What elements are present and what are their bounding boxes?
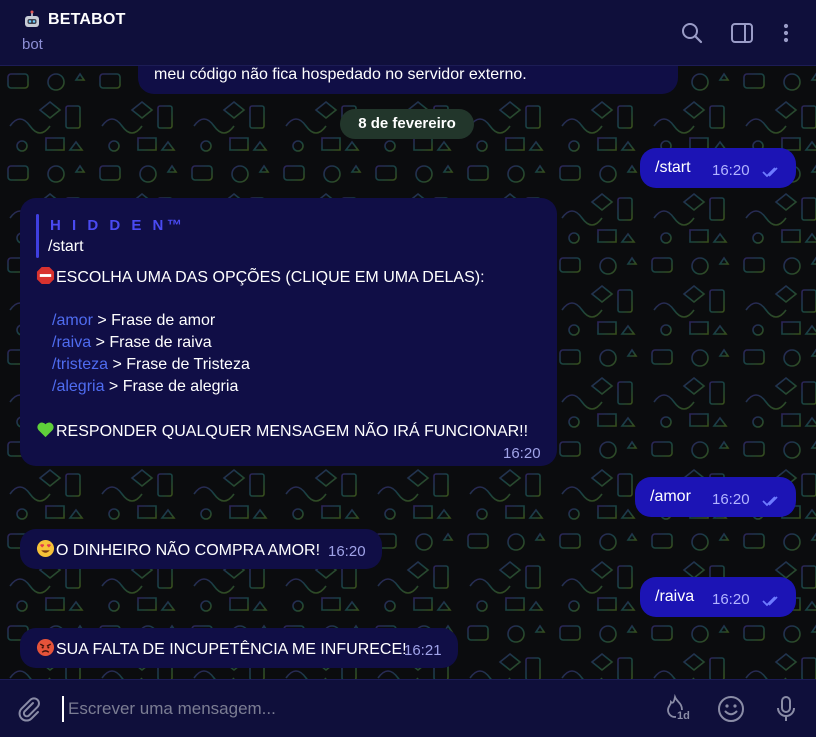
message-text: SUA FALTA DE INCUPETÊNCIA ME INFURECE! bbox=[56, 641, 407, 658]
self-destruct-timer-icon[interactable]: 1d bbox=[661, 693, 691, 724]
message-input[interactable] bbox=[62, 696, 622, 722]
menu-option: /raiva > Frase de raiva bbox=[52, 332, 212, 354]
message-text: /start bbox=[655, 159, 691, 176]
message-composer: 1d bbox=[0, 679, 816, 737]
menu-option-label: > Frase de alegria bbox=[104, 378, 239, 395]
menu-header-line: ESCOLHA UMA DAS OPÇÕES (CLIQUE EM UMA DE… bbox=[36, 266, 485, 289]
chat-subtitle: bot bbox=[22, 36, 43, 53]
message-list[interactable]: meu código não fica hospedado no servido… bbox=[0, 66, 816, 679]
menu-option: /amor > Frase de amor bbox=[52, 310, 215, 332]
message-bubble-incoming[interactable]: H I D D E N™ /start ESCOLHA UMA DAS OPÇÕ… bbox=[20, 198, 557, 466]
timer-badge: 1d bbox=[676, 710, 691, 722]
sidebar-toggle-icon[interactable] bbox=[729, 20, 755, 46]
command-link-amor[interactable]: /amor bbox=[52, 312, 93, 329]
message-time: 16:20 bbox=[712, 591, 750, 608]
message-time: 16:20 bbox=[503, 445, 541, 462]
emoji-icon[interactable] bbox=[716, 694, 746, 724]
message-text-row: SUA FALTA DE INCUPETÊNCIA ME INFURECE! bbox=[36, 638, 407, 661]
green-heart-icon bbox=[36, 420, 55, 439]
message-text: /raiva bbox=[655, 588, 695, 605]
message-time: 16:20 bbox=[328, 543, 366, 560]
message-text-row: O DINHEIRO NÃO COMPRA AMOR! bbox=[36, 539, 320, 562]
menu-option: /tristeza > Frase de Tristeza bbox=[52, 354, 250, 376]
robot-icon bbox=[22, 10, 42, 30]
message-bubble-outgoing[interactable]: /start 16:20 bbox=[640, 148, 796, 188]
stop-sign-icon bbox=[36, 266, 55, 285]
message-bubble-incoming[interactable]: meu código não fica hospedado no servido… bbox=[138, 66, 678, 94]
attach-icon[interactable] bbox=[14, 694, 44, 724]
reply-text: /start bbox=[48, 238, 84, 255]
angry-face-icon bbox=[36, 638, 55, 657]
reply-quote-bar bbox=[36, 214, 39, 258]
command-link-tristeza[interactable]: /tristeza bbox=[52, 356, 108, 373]
chat-title: BETABOT bbox=[48, 11, 126, 28]
menu-option: /alegria > Frase de alegria bbox=[52, 376, 238, 398]
message-bubble-outgoing[interactable]: /amor 16:20 bbox=[635, 477, 796, 517]
reply-author[interactable]: H I D D E N™ bbox=[50, 215, 185, 237]
message-time: 16:20 bbox=[712, 162, 750, 179]
menu-header-text: ESCOLHA UMA DAS OPÇÕES (CLIQUE EM UMA DE… bbox=[56, 269, 485, 286]
menu-option-label: > Frase de amor bbox=[92, 312, 216, 329]
message-time: 16:20 bbox=[712, 491, 750, 508]
message-bubble-incoming[interactable]: SUA FALTA DE INCUPETÊNCIA ME INFURECE! 1… bbox=[20, 628, 458, 668]
message-text: /amor bbox=[650, 488, 691, 505]
double-check-icon bbox=[762, 496, 778, 507]
command-link-alegria[interactable]: /alegria bbox=[52, 378, 104, 395]
message-text: O DINHEIRO NÃO COMPRA AMOR! bbox=[56, 542, 321, 559]
message-bubble-incoming[interactable]: O DINHEIRO NÃO COMPRA AMOR! 16:20 bbox=[20, 529, 382, 569]
message-text: meu código não fica hospedado no servido… bbox=[154, 66, 527, 83]
menu-option-label: > Frase de Tristeza bbox=[108, 356, 250, 373]
chat-header: BETABOT bot bbox=[0, 0, 816, 66]
menu-footer-text: RESPONDER QUALQUER MENSAGEM NÃO IRÁ FUNC… bbox=[56, 423, 529, 440]
double-check-icon bbox=[762, 167, 778, 178]
command-link-raiva[interactable]: /raiva bbox=[52, 334, 91, 351]
message-bubble-outgoing[interactable]: /raiva 16:20 bbox=[640, 577, 796, 617]
chat-title-row[interactable]: BETABOT bbox=[22, 10, 126, 30]
microphone-icon[interactable] bbox=[771, 694, 801, 724]
menu-option-label: > Frase de raiva bbox=[91, 334, 212, 351]
search-icon[interactable] bbox=[679, 20, 705, 46]
more-vertical-icon[interactable] bbox=[773, 20, 799, 46]
message-time: 16:21 bbox=[404, 642, 442, 659]
double-check-icon bbox=[762, 596, 778, 607]
menu-footer-line: RESPONDER QUALQUER MENSAGEM NÃO IRÁ FUNC… bbox=[36, 420, 528, 443]
date-separator: 8 de fevereiro bbox=[340, 109, 474, 139]
heart-eyes-icon bbox=[36, 539, 55, 558]
